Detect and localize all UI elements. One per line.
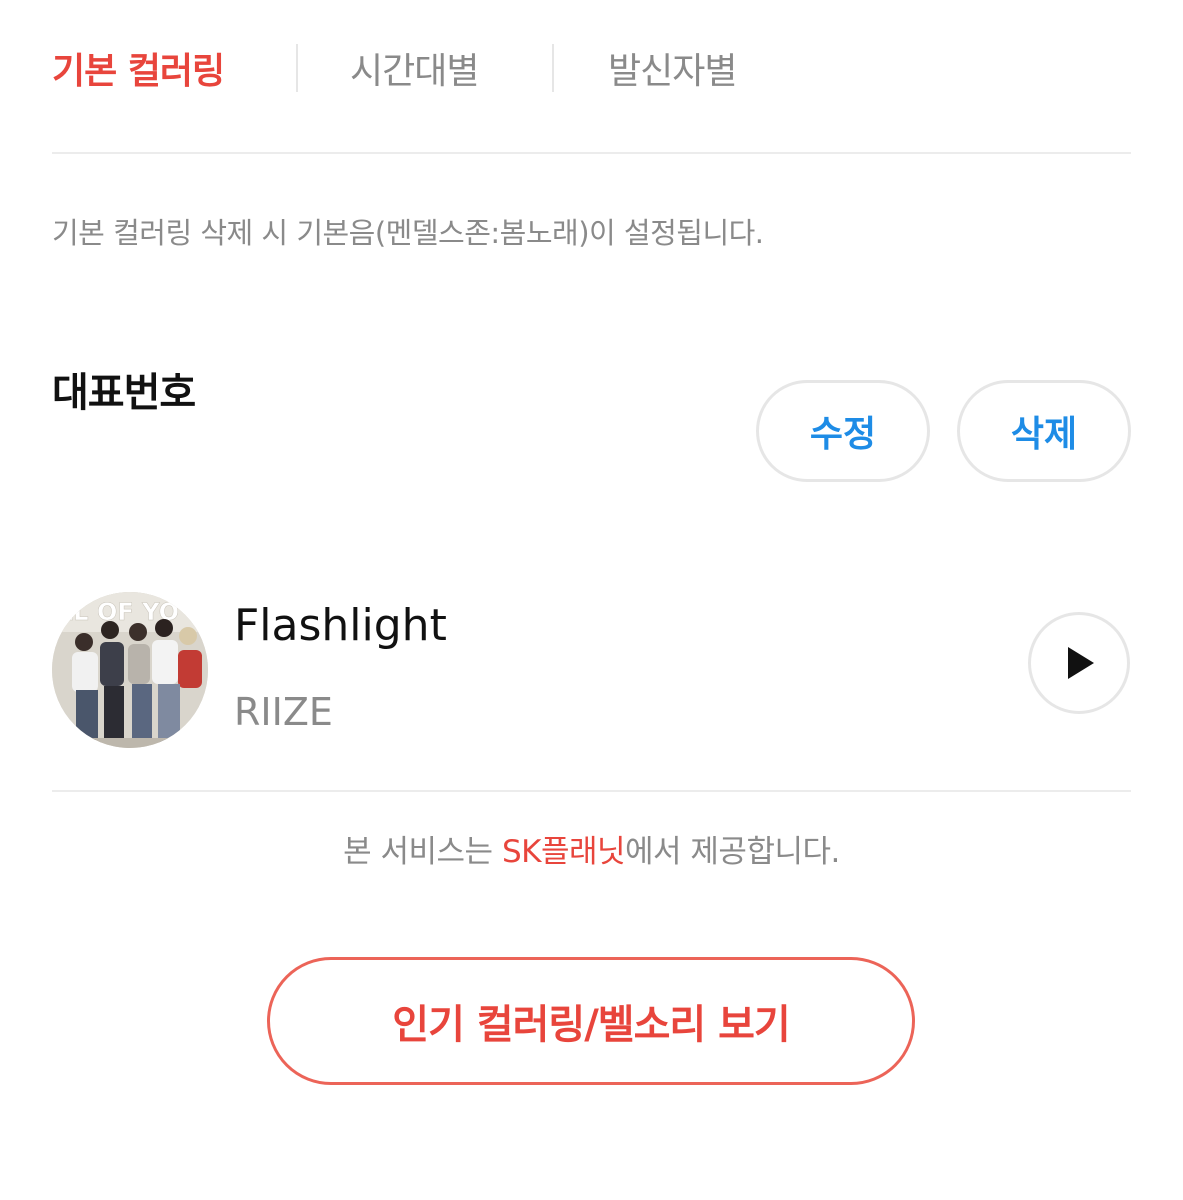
coloring-page: 기본 컬러링 시간대별 발신자별 기본 컬러링 삭제 시 기본음(멘델스존:봄노… (0, 0, 1183, 1200)
tab-basic-coloring[interactable]: 기본 컬러링 (52, 42, 240, 94)
provider-brand: SK플래닛 (501, 834, 626, 870)
divider (52, 152, 1131, 154)
popular-coloring-button[interactable]: 인기 컬러링/벨소리 보기 (267, 957, 915, 1085)
tab-bar: 기본 컬러링 시간대별 발신자별 (52, 38, 737, 98)
play-button[interactable] (1028, 612, 1130, 714)
artist-name: RIIZE (234, 690, 333, 734)
provider-prefix: 본 서비스는 (343, 834, 502, 870)
play-icon (1068, 647, 1094, 679)
album-cover: LL OF YO (52, 592, 208, 748)
album-art-image: LL OF YO (52, 592, 208, 748)
delete-button[interactable]: 삭제 (957, 380, 1131, 482)
edit-button[interactable]: 수정 (756, 380, 930, 482)
provider-suffix: 에서 제공합니다. (625, 834, 840, 870)
song-title: Flashlight (234, 600, 447, 651)
tab-divider (296, 44, 298, 92)
section-title: 대표번호 (52, 370, 196, 416)
divider (52, 790, 1131, 792)
tab-divider (552, 44, 554, 92)
tab-by-time[interactable]: 시간대별 (350, 42, 498, 94)
tab-by-caller[interactable]: 발신자별 (608, 42, 737, 94)
notice-text: 기본 컬러링 삭제 시 기본음(멘델스존:봄노래)이 설정됩니다. (52, 216, 764, 250)
provider-notice: 본 서비스는 SK플래닛에서 제공합니다. (0, 826, 1183, 871)
